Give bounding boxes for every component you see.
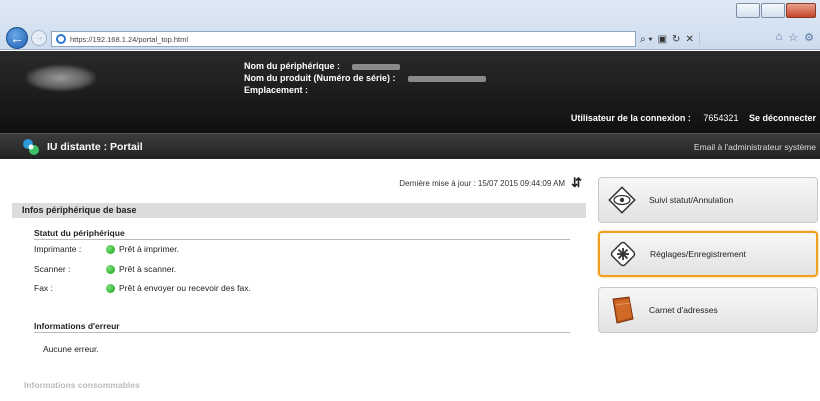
- status-row-scanner: Scanner : Prêt à scanner.: [34, 264, 176, 274]
- status-value: Prêt à envoyer ou recevoir des fax.: [119, 283, 251, 293]
- url-text: https://192.168.1.24/portal_top.html: [70, 34, 188, 44]
- search-icon[interactable]: ⌕ ▾: [640, 34, 653, 45]
- main-content: Dernière mise à jour : 15/07 2015 09:44:…: [12, 166, 586, 401]
- error-value: Aucune erreur.: [43, 344, 99, 354]
- status-ok-icon: [106, 244, 115, 254]
- menu-label: Suivi statut/Annulation: [649, 195, 734, 205]
- address-bar[interactable]: https://192.168.1.24/portal_top.html: [51, 31, 636, 47]
- product-name-label: Nom du produit (Numéro de série) :: [244, 73, 396, 83]
- menu-address-book[interactable]: Carnet d'adresses: [598, 287, 818, 333]
- home-icon[interactable]: ⌂: [776, 31, 783, 44]
- email-admin-link[interactable]: Email à l'administrateur système: [694, 142, 816, 152]
- last-update-text: Dernière mise à jour : 15/07 2015 09:44:…: [399, 178, 566, 188]
- device-name-label: Nom du périphérique :: [244, 61, 341, 71]
- close-window-button[interactable]: [786, 3, 816, 18]
- portal-titlebar: IU distante : Portail Email à l'administ…: [0, 133, 820, 159]
- refresh-icon[interactable]: ⇵: [571, 175, 582, 191]
- redacted-value: [352, 63, 401, 70]
- status-row-fax: Fax : Prêt à envoyer ou recevoir des fax…: [34, 283, 251, 293]
- refresh-page-icon[interactable]: ↻: [672, 34, 680, 45]
- status-label: Fax :: [34, 283, 53, 293]
- status-label: Scanner :: [34, 264, 71, 274]
- menu-label: Carnet d'adresses: [649, 305, 718, 315]
- device-info: Nom du périphérique : Nom du produit (Nu…: [244, 60, 486, 96]
- device-header: Nom du périphérique : Nom du produit (Nu…: [0, 51, 820, 133]
- basic-info-header: Infos périphérique de base: [12, 203, 586, 218]
- toolbar-icons: ⌂ ☆ ⚙: [776, 31, 814, 44]
- stop-icon[interactable]: ✕: [685, 34, 693, 45]
- settings-icon: [606, 237, 640, 271]
- redacted-value: [407, 75, 486, 82]
- last-update: Dernière mise à jour : 15/07 2015 09:44:…: [399, 175, 582, 191]
- consumables-header: Informations consommables: [24, 380, 140, 390]
- page-title: IU distante : Portail: [47, 141, 143, 153]
- menu-settings-registration[interactable]: Réglages/Enregistrement: [598, 231, 818, 277]
- login-user-id: 7654321: [703, 113, 739, 123]
- device-status-header: Statut du périphérique: [34, 228, 570, 240]
- maximize-button[interactable]: [761, 3, 785, 18]
- status-ok-icon: [106, 264, 115, 274]
- back-arrow-icon[interactable]: ←: [6, 27, 28, 49]
- favorites-star-icon[interactable]: ☆: [788, 31, 798, 44]
- menu-label: Réglages/Enregistrement: [650, 249, 746, 259]
- login-info: Utilisateur de la connexion : 7654321 Se…: [571, 113, 816, 123]
- status-value: Prêt à imprimer.: [119, 244, 179, 254]
- login-user-label: Utilisateur de la connexion :: [570, 113, 691, 123]
- gear-icon[interactable]: ⚙: [804, 31, 814, 44]
- status-ok-icon: [106, 283, 115, 293]
- address-book-icon: [605, 293, 639, 327]
- eye-icon: [605, 183, 639, 217]
- location-label: Emplacement :: [244, 85, 309, 95]
- divider: [698, 32, 700, 46]
- window-controls: [735, 3, 816, 18]
- browser-chrome: ← → https://192.168.1.24/portal_top.html…: [0, 0, 820, 50]
- error-info-header: Informations d'erreur: [34, 321, 570, 333]
- status-label: Imprimante :: [34, 244, 82, 254]
- address-tools: ⌕ ▾ ▣ ↻ ✕: [640, 31, 700, 47]
- menu-status-monitor[interactable]: Suivi statut/Annulation: [598, 177, 818, 223]
- lock-icon[interactable]: ▣: [658, 34, 667, 45]
- portal-icon: [23, 139, 39, 155]
- ie-page-icon: [56, 34, 66, 44]
- status-value: Prêt à scanner.: [119, 264, 177, 274]
- status-row-printer: Imprimante : Prêt à imprimer.: [34, 244, 179, 254]
- logout-link[interactable]: Se déconnecter: [749, 113, 816, 123]
- forward-arrow-icon[interactable]: →: [31, 30, 47, 46]
- logo-blurred: [26, 65, 96, 91]
- minimize-button[interactable]: [736, 3, 760, 18]
